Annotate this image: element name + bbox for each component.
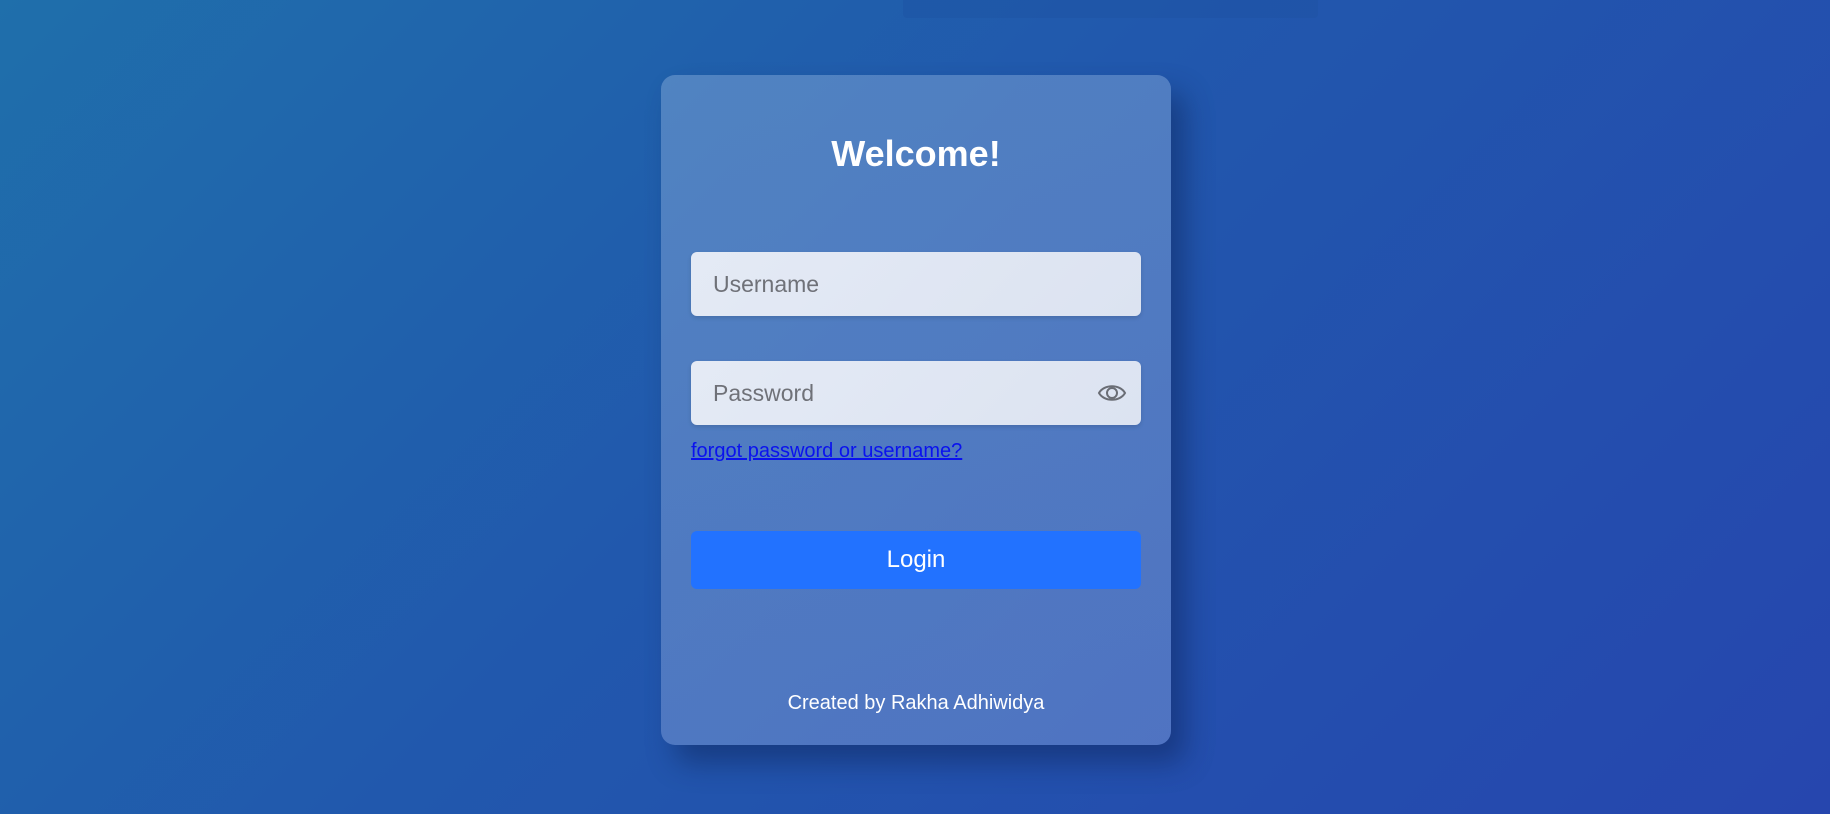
eye-icon[interactable] [1097,379,1127,407]
top-bar [903,0,1318,18]
credit-text: Created by Rakha Adhiwidya [787,692,1045,714]
password-input[interactable] [691,361,1141,425]
username-input[interactable] [691,252,1141,316]
password-field [691,361,1141,425]
username-field [691,252,1141,316]
forgot-credentials-link[interactable]: forgot password or username? [691,440,962,463]
page-title: Welcome! [831,133,1001,174]
login-card: Welcome! forgot password or username? Lo… [661,75,1171,745]
login-button[interactable]: Login [691,531,1141,589]
